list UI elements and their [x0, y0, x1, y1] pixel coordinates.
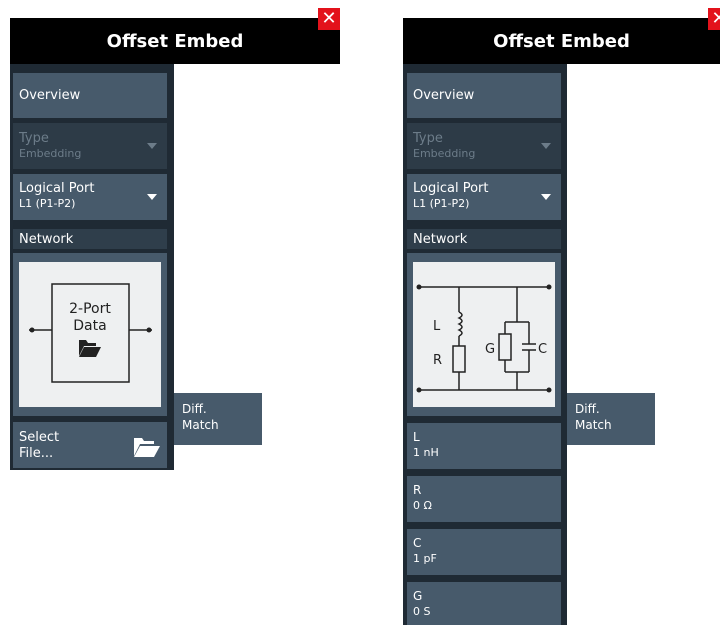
diagram-label-1: 2-Port — [69, 301, 111, 317]
logical-port-label: Logical Port — [413, 181, 489, 196]
type-dropdown: Type Embedding — [13, 123, 167, 169]
close-icon: ✕ — [321, 8, 337, 29]
diff-match-button[interactable]: Diff. Match — [174, 393, 262, 445]
circuit-label-r: R — [433, 353, 442, 368]
resistor-symbol — [452, 345, 466, 373]
diff-match-label-1: Diff. — [575, 402, 600, 416]
overview-button[interactable]: Overview — [407, 73, 561, 118]
folder-open-icon — [134, 438, 160, 457]
folder-open-icon — [79, 340, 101, 357]
panel-title: Offset Embed — [10, 18, 340, 64]
chevron-down-icon — [147, 143, 157, 149]
circuit-label-c: C — [538, 342, 547, 357]
param-c-field[interactable]: C 1 pF — [407, 529, 561, 575]
diff-match-label-2: Match — [575, 418, 612, 432]
circuit-label-g: G — [485, 342, 495, 357]
diagram-label-2: Data — [73, 318, 106, 334]
type-label: Type — [413, 131, 443, 146]
network-diagram-frame[interactable]: 2-Port Data — [13, 253, 167, 416]
overview-label: Overview — [19, 88, 81, 103]
logical-port-value: L1 (P1-P2) — [413, 197, 470, 210]
select-file-button[interactable]: Select File... — [13, 422, 167, 468]
param-value: 1 nH — [413, 446, 439, 459]
logical-port-label: Logical Port — [19, 181, 95, 196]
chevron-down-icon — [147, 194, 157, 200]
param-value: 0 S — [413, 605, 431, 618]
param-value: 0 Ω — [413, 499, 432, 512]
overview-label: Overview — [413, 88, 475, 103]
logical-port-dropdown[interactable]: Logical Port L1 (P1-P2) — [13, 174, 167, 220]
chevron-down-icon — [541, 194, 551, 200]
close-button[interactable]: ✕ — [708, 8, 720, 30]
logical-port-value: L1 (P1-P2) — [19, 197, 76, 210]
panel-title: Offset Embed — [403, 18, 720, 64]
network-diagram: 2-Port Data — [19, 262, 161, 407]
param-name: L — [413, 430, 420, 444]
type-dropdown: Type Embedding — [407, 123, 561, 169]
diff-match-label-2: Match — [182, 418, 219, 432]
network-section-header: Network — [407, 229, 561, 249]
param-l-field[interactable]: L 1 nH — [407, 423, 561, 469]
network-diagram: L R G C — [413, 262, 555, 407]
inductor-symbol — [457, 311, 463, 337]
param-value: 1 pF — [413, 552, 437, 565]
param-r-field[interactable]: R 0 Ω — [407, 476, 561, 522]
param-g-field[interactable]: G 0 S — [407, 582, 561, 625]
rlgc-circuit-schematic: L R G C — [416, 284, 552, 393]
chevron-down-icon — [541, 143, 551, 149]
diff-match-button[interactable]: Diff. Match — [567, 393, 655, 445]
type-label: Type — [19, 131, 49, 146]
type-value: Embedding — [19, 147, 82, 160]
network-diagram-frame[interactable]: L R G C — [407, 253, 561, 416]
param-name: C — [413, 536, 422, 550]
overview-button[interactable]: Overview — [13, 73, 167, 118]
param-name: G — [413, 589, 423, 603]
circuit-label-l: L — [433, 319, 441, 334]
two-port-data-schematic: 2-Port Data — [29, 283, 152, 383]
param-name: R — [413, 483, 422, 497]
type-value: Embedding — [413, 147, 476, 160]
close-button[interactable]: ✕ — [318, 8, 340, 30]
conductance-symbol — [498, 333, 512, 361]
diff-match-label-1: Diff. — [182, 402, 207, 416]
logical-port-dropdown[interactable]: Logical Port L1 (P1-P2) — [407, 174, 561, 220]
close-icon: ✕ — [711, 8, 720, 29]
network-section-header: Network — [13, 229, 167, 249]
